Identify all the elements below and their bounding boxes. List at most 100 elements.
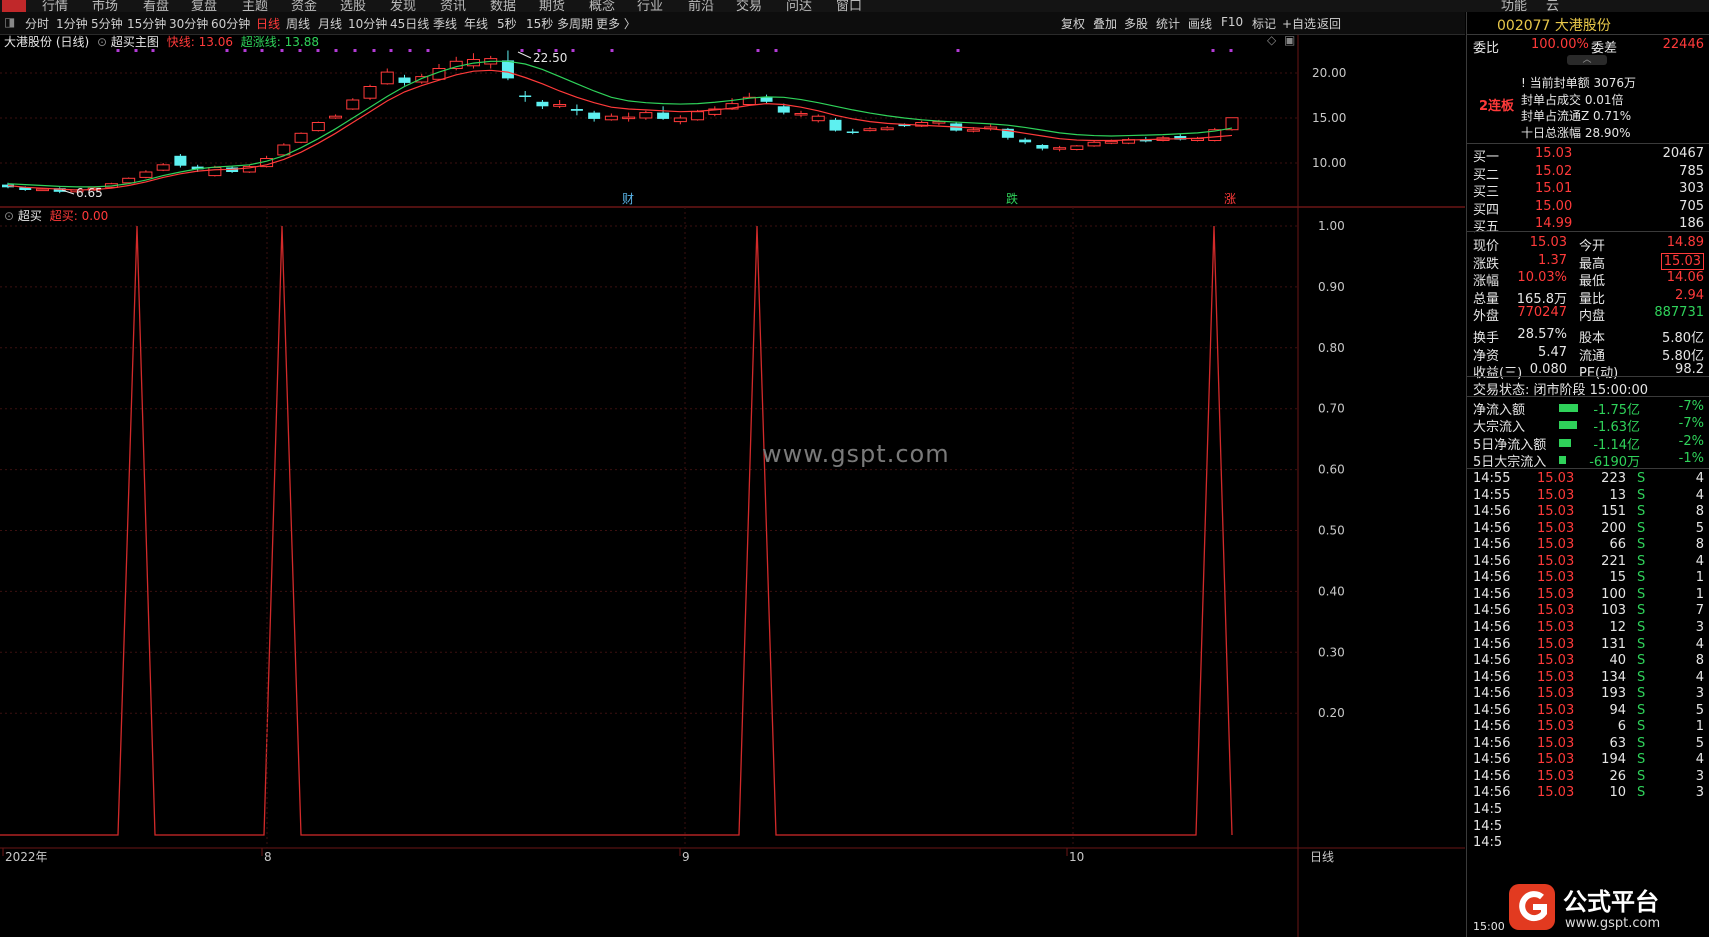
- menu-item[interactable]: 市场: [92, 0, 118, 12]
- menu-item[interactable]: 前沿: [688, 0, 714, 12]
- period-tab[interactable]: 60分钟: [211, 15, 250, 32]
- toggle-icon[interactable]: ◨: [4, 15, 15, 29]
- candle: [915, 120, 929, 127]
- toolbar-button[interactable]: 画线: [1188, 15, 1212, 32]
- menu-item[interactable]: 窗口: [836, 0, 862, 12]
- period-tab[interactable]: 5秒: [497, 15, 517, 32]
- collapse-icon[interactable]: ⊙: [4, 209, 14, 223]
- tick-count: 3: [1695, 768, 1704, 784]
- candle: [1122, 137, 1136, 145]
- period-tab[interactable]: 15分钟: [127, 15, 166, 32]
- tick-count: 4: [1695, 636, 1704, 652]
- indicator-name[interactable]: 超买主图: [111, 35, 159, 49]
- tick-volume: 40: [1609, 653, 1626, 669]
- candle: [1087, 140, 1101, 147]
- event-marker[interactable]: 财: [622, 192, 634, 206]
- bid-price[interactable]: 15.03: [1535, 146, 1572, 161]
- period-tab[interactable]: 年线: [464, 15, 488, 32]
- toolbar-button[interactable]: 复权: [1061, 15, 1085, 32]
- menu-item[interactable]: 行情: [42, 0, 68, 12]
- period-tab[interactable]: 5分钟: [91, 15, 123, 32]
- toolbar-button[interactable]: 标记: [1252, 15, 1276, 32]
- menu-item[interactable]: 行业: [637, 0, 663, 12]
- sub-value-label: 超买: 0.00: [49, 209, 109, 223]
- menu-item[interactable]: 交易: [736, 0, 762, 12]
- toolbar-button[interactable]: F10: [1221, 15, 1243, 29]
- menu-item[interactable]: 云: [1546, 0, 1559, 12]
- sub-y-tick: 0.90: [1318, 280, 1345, 294]
- tick-price: 15.03: [1537, 603, 1575, 619]
- tick-time: 14:56: [1473, 537, 1511, 553]
- stock-code: 002077: [1497, 18, 1551, 34]
- tick-count: 1: [1695, 719, 1704, 735]
- toolbar-button[interactable]: 多股: [1124, 15, 1148, 32]
- toolbar-button[interactable]: 返回: [1317, 15, 1341, 32]
- quote-value: 5.47: [1538, 344, 1567, 360]
- menu-item[interactable]: 概念: [589, 0, 615, 12]
- menu-item[interactable]: 主题: [242, 0, 268, 12]
- menu-item[interactable]: 选股: [340, 0, 366, 12]
- collapse-arrow-icon[interactable]: ︿: [1567, 55, 1607, 65]
- fast-line-label: 快线: 13.06: [166, 35, 233, 49]
- tick-volume: 26: [1609, 768, 1626, 784]
- top-menu-bar: 行情 市场 看盘 复盘 主题 资金 选股 发现 资讯 数据 期货 概念 行业 前沿 交易 问达 窗口 功能 云: [0, 0, 1709, 12]
- period-tab[interactable]: 15秒: [526, 15, 553, 32]
- period-tab[interactable]: 10分钟: [348, 15, 387, 32]
- period-tab[interactable]: 季线: [433, 15, 457, 32]
- high-price-label: 22.50: [533, 51, 567, 65]
- menu-item[interactable]: 功能: [1501, 0, 1527, 12]
- weibi-value: 100.00%: [1531, 37, 1589, 52]
- menu-item[interactable]: 复盘: [191, 0, 217, 12]
- sub-y-tick: 0.80: [1318, 341, 1345, 355]
- x-axis-label: 8: [264, 850, 272, 864]
- tick-side: S: [1637, 636, 1646, 652]
- period-tab[interactable]: 多周期: [557, 15, 593, 32]
- tick-price: 15.03: [1537, 636, 1575, 652]
- tick-time: 14:55: [1473, 471, 1511, 486]
- tick-price: 15.03: [1537, 586, 1575, 602]
- period-tab[interactable]: 30分钟: [169, 15, 208, 32]
- tick-count: 4: [1695, 487, 1704, 503]
- menu-item[interactable]: 期货: [539, 0, 565, 12]
- candle: [639, 110, 653, 120]
- bid-volume: 20467: [1662, 146, 1704, 161]
- bid-price[interactable]: 15.02: [1535, 164, 1572, 179]
- collapse-icon[interactable]: ⊙: [97, 35, 107, 49]
- menu-item[interactable]: 看盘: [143, 0, 169, 12]
- menu-item[interactable]: 问达: [786, 0, 812, 12]
- period-tab[interactable]: 更多 〉: [596, 15, 636, 32]
- diamond-icon[interactable]: ◇: [1267, 33, 1276, 47]
- candle: [880, 126, 894, 131]
- toolbar-button[interactable]: +自选: [1282, 15, 1316, 32]
- period-tab[interactable]: 周线: [286, 15, 310, 32]
- quote-label: 换手: [1473, 331, 1500, 346]
- menu-item[interactable]: 资讯: [440, 0, 466, 12]
- menu-item[interactable]: 数据: [490, 0, 516, 12]
- window-icon[interactable]: ▣: [1284, 33, 1295, 47]
- period-toolbar: ◨ 分时 1分钟 5分钟 15分钟 30分钟 60分钟 日线 周线 月线 10分钟 45日线 季线 年线…: [0, 12, 1465, 35]
- tick-side: S: [1637, 768, 1646, 784]
- period-tab[interactable]: 日线: [256, 15, 280, 32]
- sub-indicator-name[interactable]: 超买: [18, 209, 42, 223]
- period-tab[interactable]: 45日线: [390, 15, 429, 32]
- menu-item[interactable]: 发现: [390, 0, 416, 12]
- menu-item[interactable]: 资金: [291, 0, 317, 12]
- period-tab[interactable]: 分时: [25, 15, 49, 32]
- tick-count: 1: [1695, 586, 1704, 602]
- toolbar-button[interactable]: 叠加: [1093, 15, 1117, 32]
- toolbar-button[interactable]: 统计: [1156, 15, 1180, 32]
- limit-info-row: 十日总涨幅 28.90%: [1521, 125, 1631, 140]
- app-logo-icon[interactable]: [2, 0, 26, 12]
- chart-canvas[interactable]: 20.00 15.00 10.00 22.50 6.65 财 跌 涨 1.00 0.90 0.80 0…: [0, 35, 1465, 937]
- bid-volume: 303: [1679, 181, 1704, 196]
- event-marker[interactable]: 跌: [1006, 191, 1018, 206]
- tick-side: S: [1637, 785, 1646, 801]
- tick-volume: 12: [1609, 619, 1626, 635]
- bid-price[interactable]: 15.00: [1535, 199, 1572, 214]
- bid-price[interactable]: 14.99: [1535, 216, 1572, 231]
- bid-price[interactable]: 15.01: [1535, 181, 1572, 196]
- period-tab[interactable]: 1分钟: [56, 15, 88, 32]
- bid-label: 买二: [1473, 167, 1500, 183]
- period-tab[interactable]: 月线: [318, 15, 342, 32]
- event-marker[interactable]: 涨: [1224, 191, 1236, 206]
